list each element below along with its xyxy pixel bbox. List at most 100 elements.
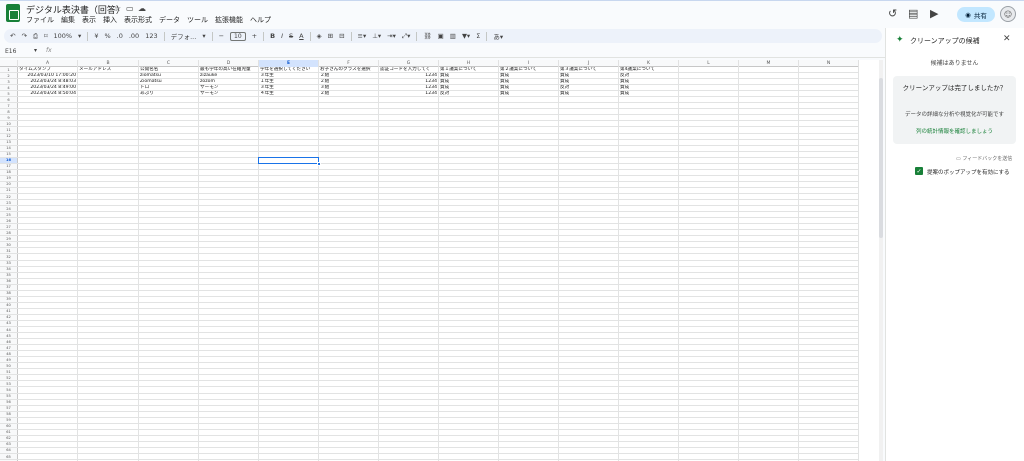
cell[interactable] [379, 115, 439, 121]
cell[interactable] [319, 169, 379, 175]
cell[interactable] [679, 314, 739, 320]
cell[interactable] [559, 345, 619, 351]
cell[interactable] [439, 200, 499, 206]
cell[interactable] [439, 363, 499, 369]
cell[interactable] [799, 67, 859, 73]
cell[interactable] [499, 447, 559, 453]
cell[interactable] [18, 387, 78, 393]
cell[interactable] [379, 320, 439, 327]
cell[interactable] [78, 351, 139, 357]
cell[interactable] [78, 320, 139, 327]
cell[interactable] [739, 345, 799, 351]
cell[interactable] [799, 248, 859, 254]
cell[interactable] [199, 308, 259, 314]
cell[interactable] [739, 193, 799, 200]
cell[interactable] [319, 230, 379, 236]
column-header[interactable]: A [18, 60, 78, 67]
cell[interactable] [379, 181, 439, 187]
cell[interactable] [139, 242, 199, 248]
cell[interactable] [379, 163, 439, 169]
cell[interactable] [679, 284, 739, 290]
cell[interactable] [499, 272, 559, 278]
cell[interactable] [559, 200, 619, 206]
cell[interactable] [559, 454, 619, 460]
cell[interactable] [18, 236, 78, 242]
cell[interactable] [319, 441, 379, 447]
menu-file[interactable]: ファイル [26, 15, 54, 26]
column-header[interactable]: J [559, 60, 619, 67]
cell[interactable] [18, 224, 78, 230]
cell[interactable] [739, 139, 799, 145]
cell[interactable] [379, 447, 439, 453]
cell[interactable] [319, 212, 379, 218]
cell[interactable] [619, 351, 679, 357]
row-header[interactable]: 13 [0, 139, 18, 145]
cell[interactable] [499, 206, 559, 212]
cell[interactable] [559, 139, 619, 145]
cell[interactable] [499, 145, 559, 151]
cell[interactable] [259, 175, 319, 181]
cell[interactable] [679, 363, 739, 369]
cell[interactable] [739, 393, 799, 399]
cell[interactable] [499, 266, 559, 272]
cell[interactable] [679, 393, 739, 399]
cell[interactable] [739, 79, 799, 85]
cell[interactable] [78, 387, 139, 393]
cell[interactable] [379, 151, 439, 157]
row-header[interactable]: 38 [0, 290, 18, 296]
cell[interactable] [619, 206, 679, 212]
scrollbar-thumb[interactable] [879, 78, 883, 238]
cell[interactable] [319, 381, 379, 387]
cell[interactable] [439, 405, 499, 411]
cell[interactable] [18, 151, 78, 157]
cell[interactable] [619, 151, 679, 157]
cell[interactable] [679, 345, 739, 351]
cell[interactable] [679, 212, 739, 218]
cell[interactable] [499, 139, 559, 145]
column-header[interactable]: F [319, 60, 379, 67]
cell[interactable] [439, 308, 499, 314]
cell[interactable] [739, 320, 799, 327]
cell[interactable] [679, 79, 739, 85]
cell[interactable] [739, 248, 799, 254]
cell[interactable] [379, 109, 439, 115]
cell[interactable] [18, 454, 78, 460]
cell[interactable] [139, 254, 199, 260]
cell[interactable] [18, 339, 78, 345]
cell[interactable] [679, 127, 739, 133]
cell[interactable] [679, 85, 739, 91]
cell[interactable] [78, 454, 139, 460]
cell[interactable] [559, 429, 619, 435]
cell[interactable] [78, 278, 139, 284]
cell[interactable] [259, 387, 319, 393]
cell[interactable] [439, 175, 499, 181]
cell[interactable] [259, 278, 319, 284]
cell[interactable] [139, 187, 199, 193]
cell[interactable] [559, 339, 619, 345]
row-header[interactable]: 12 [0, 133, 18, 139]
cell[interactable] [78, 181, 139, 187]
cell[interactable] [499, 375, 559, 381]
cell[interactable] [139, 260, 199, 266]
cell[interactable] [679, 423, 739, 429]
cell[interactable] [559, 163, 619, 169]
cell[interactable] [439, 109, 499, 115]
cell[interactable]: 第３議案について [559, 67, 619, 73]
cell[interactable] [379, 296, 439, 302]
row-header[interactable]: 14 [0, 145, 18, 151]
cell[interactable] [679, 411, 739, 417]
cell[interactable] [319, 175, 379, 181]
cell[interactable] [439, 320, 499, 327]
cell[interactable] [799, 405, 859, 411]
cell[interactable] [199, 387, 259, 393]
cell[interactable] [78, 405, 139, 411]
cell[interactable] [18, 429, 78, 435]
cell[interactable] [679, 109, 739, 115]
cell[interactable] [499, 254, 559, 260]
cell[interactable] [379, 224, 439, 230]
fill-handle[interactable] [317, 162, 321, 167]
number-format-button[interactable]: 123 [145, 32, 157, 40]
cell[interactable] [259, 206, 319, 212]
cell[interactable] [78, 429, 139, 435]
cell[interactable] [679, 181, 739, 187]
